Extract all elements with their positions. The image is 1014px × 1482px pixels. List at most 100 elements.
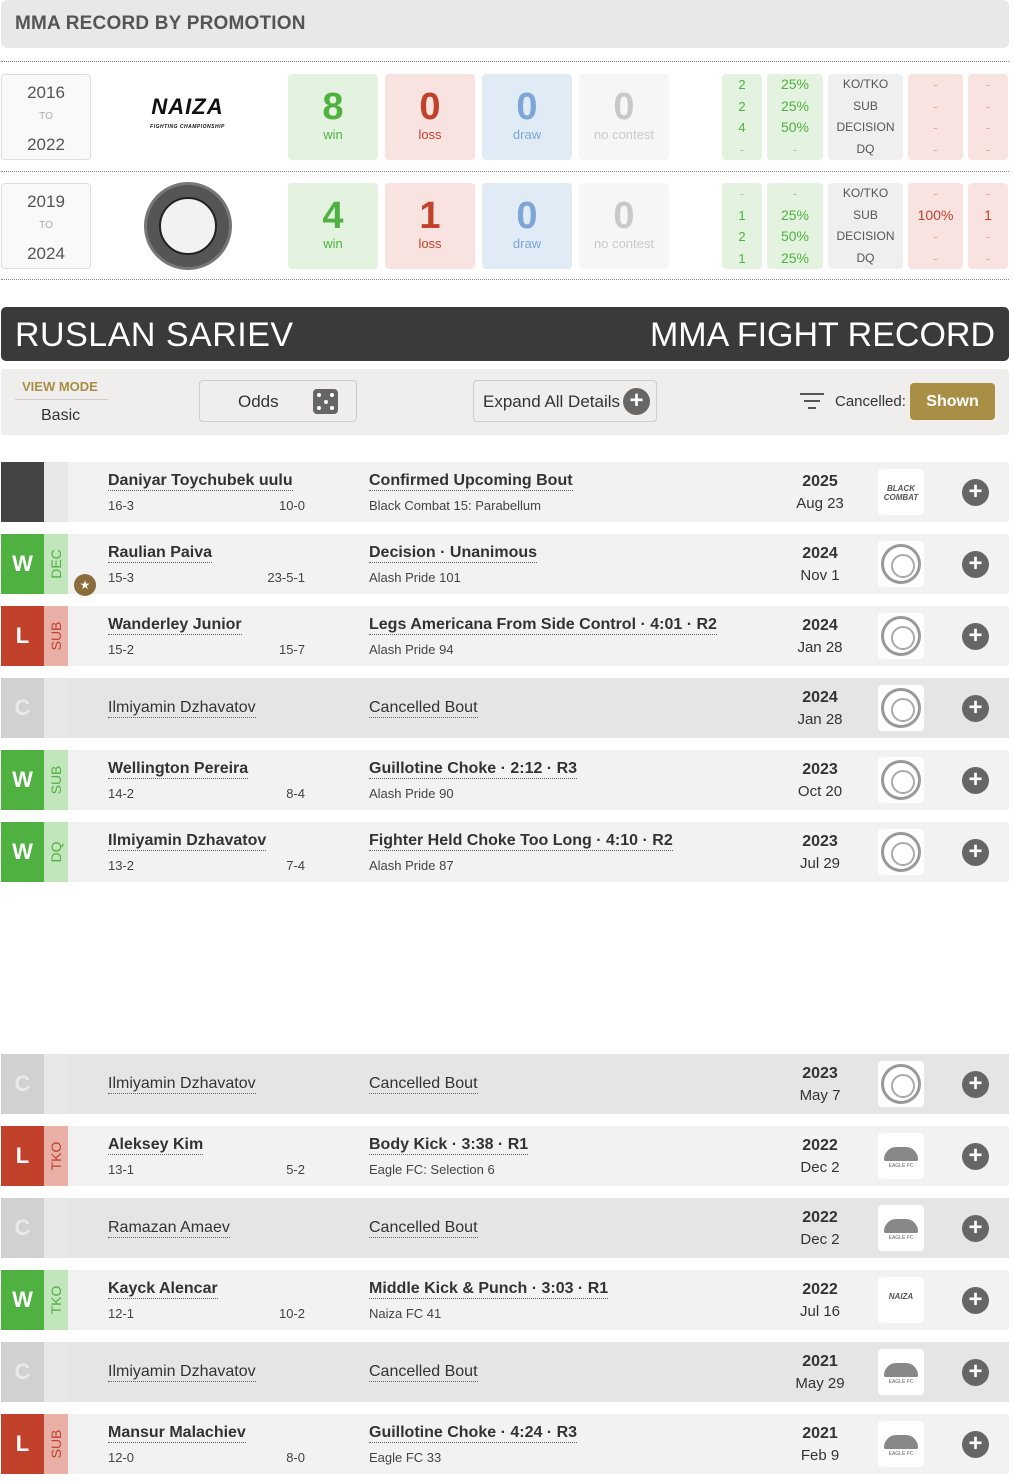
expand-row-plus-icon[interactable]: + (962, 551, 989, 578)
fight-result-link[interactable]: Cancelled Bout (369, 1219, 478, 1238)
fighter-record-at-time: 5-2 (286, 1162, 305, 1177)
fight-row[interactable]: C Ilmiyamin Dzhavatov Cancelled Bout 2023 Ma… (1, 1054, 1009, 1114)
view-mode-select[interactable]: Basic (41, 407, 80, 425)
expand-row-plus-icon[interactable]: + (962, 695, 989, 722)
eagle-fc-logo[interactable]: EAGLE FC (878, 1205, 924, 1251)
alash-pride-logo[interactable] (878, 829, 924, 875)
fight-result-link[interactable]: Confirmed Upcoming Bout (369, 472, 573, 491)
loss-count: - (985, 140, 991, 157)
expand-row-plus-icon[interactable]: + (962, 839, 989, 866)
expand-row-plus-icon[interactable]: + (962, 1359, 989, 1386)
fight-year: 2021 (802, 1353, 838, 1370)
lion-emblem-icon (881, 544, 921, 584)
fight-row[interactable]: L TKO Aleksey Kim 13-1 5-2 Body Kick · 3:38 ·… (1, 1126, 1009, 1186)
fight-result-link[interactable]: Body Kick · 3:38 · R1 (369, 1136, 529, 1155)
fight-result-link[interactable]: Fighter Held Choke Too Long · 4:10 · R2 (369, 832, 673, 851)
expand-row-plus-icon[interactable]: + (962, 1287, 989, 1314)
loss-count: - (985, 119, 991, 135)
expand-row-plus-icon[interactable]: + (962, 479, 989, 506)
eagle-fc-logo[interactable]: EAGLE FC (878, 1349, 924, 1395)
fight-year: 2023 (802, 833, 838, 850)
expand-row-plus-icon[interactable]: + (962, 1431, 989, 1458)
method-count: - (739, 186, 745, 201)
loss-pct: - (933, 97, 938, 114)
cancelled-shown-toggle[interactable]: Shown (910, 383, 995, 420)
fight-row[interactable]: W DEC Raulian Paiva 15-3 23-5-1 Decision · Un… (1, 534, 1009, 594)
eagle-icon (884, 1435, 918, 1449)
loss-pct: - (933, 249, 938, 266)
fight-result-link[interactable]: Cancelled Bout (369, 1363, 478, 1382)
expand-row-plus-icon[interactable]: + (962, 1071, 989, 1098)
opponent-link[interactable]: Ilmiyamin Dzhavatov (108, 699, 256, 718)
alash-pride-logo[interactable] (878, 613, 924, 659)
loss-count-box: 1 loss (385, 183, 475, 269)
opponent-link[interactable]: Aleksey Kim (108, 1136, 204, 1155)
fight-result-link[interactable]: Guillotine Choke · 2:12 · R3 (369, 760, 578, 779)
fight-row[interactable]: Daniyar Toychubek uulu 16-3 10-0 Confirmed … (1, 462, 1009, 522)
alash-pride-logo[interactable] (878, 1061, 924, 1107)
result-badge: L (1, 606, 44, 666)
expand-row-plus-icon[interactable]: + (962, 1143, 989, 1170)
loss-method-counts: - - - - (968, 74, 1008, 160)
fight-row[interactable]: C Ilmiyamin Dzhavatov Cancelled Bout 2021 Ma… (1, 1342, 1009, 1402)
opponent-link[interactable]: Ilmiyamin Dzhavatov (108, 1363, 256, 1382)
fighter-record-at-time: 15-7 (278, 642, 305, 657)
fighter-record-banner: RUSLAN SARIEV MMA FIGHT RECORD (1, 307, 1009, 361)
nc-count-box: 0 no contest (579, 183, 669, 269)
loss-count: - (985, 97, 991, 114)
odds-button[interactable]: Odds (199, 380, 357, 422)
opponent-link[interactable]: Kayck Alencar (108, 1280, 218, 1299)
method-pct: 25% (780, 76, 810, 92)
opponent-link[interactable]: Ramazan Amaev (108, 1219, 230, 1238)
loss-pct: - (933, 185, 938, 201)
method-name: DECISION (836, 120, 895, 134)
alash-pride-logo[interactable] (878, 541, 924, 587)
fight-result-link[interactable]: Cancelled Bout (369, 1075, 478, 1094)
alash-pride-logo[interactable] (878, 685, 924, 731)
fight-row[interactable]: W DQ Ilmiyamin Dzhavatov 13-2 7-4 Fighter Hel… (1, 822, 1009, 882)
fight-result-link[interactable]: Decision · Unanimous (369, 544, 538, 563)
alash-pride-logo[interactable] (878, 757, 924, 803)
fight-result-link[interactable]: Guillotine Choke · 4:24 · R3 (369, 1424, 578, 1443)
expand-row-plus-icon[interactable]: + (962, 1215, 989, 1242)
opponent-link[interactable]: Ilmiyamin Dzhavatov (108, 1075, 256, 1094)
fight-row[interactable]: W SUB Wellington Pereira 14-2 8-4 Guillotine … (1, 750, 1009, 810)
start-year: 2016 (27, 83, 65, 102)
loss-pct: 100% (917, 206, 954, 223)
fight-row[interactable]: L SUB Wanderley Junior 15-2 15-7 Legs America… (1, 606, 1009, 666)
fight-result-link[interactable]: Legs Americana From Side Control · 4:01 … (369, 616, 717, 635)
fight-row[interactable]: L SUB Mansur Malachiev 12-0 8-0 Guillotine Ch… (1, 1414, 1009, 1474)
opponent-link[interactable]: Wellington Pereira (108, 760, 249, 779)
fight-row[interactable]: W TKO Kayck Alencar 12-1 10-2 Middle Kick & P… (1, 1270, 1009, 1330)
loss-label: loss (418, 236, 442, 251)
opponent-link[interactable]: Ilmiyamin Dzhavatov (108, 832, 267, 851)
fight-result-link[interactable]: Middle Kick & Punch · 3:03 · R1 (369, 1280, 609, 1299)
expand-row-plus-icon[interactable]: + (962, 623, 989, 650)
logo-text: NAIZA (888, 1292, 914, 1301)
fight-row[interactable]: C Ramazan Amaev Cancelled Bout 2022 Dec 2 EAG… (1, 1198, 1009, 1258)
filter-icon[interactable] (800, 393, 824, 411)
alash-pride-logo[interactable] (140, 182, 235, 270)
black-combat-logo[interactable]: BLACK COMBAT (878, 469, 924, 515)
fighter-record-at-time: 10-0 (278, 498, 305, 513)
cancelled-filter-label: Cancelled: (835, 393, 906, 410)
result-badge: C (1, 1054, 44, 1114)
method-name: KO/TKO (842, 77, 889, 91)
opponent-link[interactable]: Raulian Paiva (108, 544, 213, 563)
opponent-link[interactable]: Mansur Malachiev (108, 1424, 246, 1443)
eagle-fc-logo[interactable]: EAGLE FC (878, 1421, 924, 1467)
opponent-link[interactable]: Wanderley Junior (108, 616, 242, 635)
naiza-logo[interactable]: NAIZA FIGHTING CHAMPIONSHIP (140, 77, 235, 157)
draw-count-box: 0 draw (482, 74, 572, 160)
loss-count-box: 0 loss (385, 74, 475, 160)
eagle-fc-logo[interactable]: EAGLE FC (878, 1133, 924, 1179)
eagle-icon (884, 1219, 918, 1233)
fight-result-link[interactable]: Cancelled Bout (369, 699, 478, 718)
expand-row-plus-icon[interactable]: + (962, 767, 989, 794)
event-name: Eagle FC 33 (369, 1450, 442, 1465)
expand-all-button[interactable]: Expand All Details + (473, 380, 657, 422)
fight-row[interactable]: C Ilmiyamin Dzhavatov Cancelled Bout 2024 Ja… (1, 678, 1009, 738)
method-label: SUB (48, 1429, 64, 1459)
opponent-link[interactable]: Daniyar Toychubek uulu (108, 472, 293, 491)
naiza-logo[interactable]: NAIZA (878, 1277, 924, 1323)
